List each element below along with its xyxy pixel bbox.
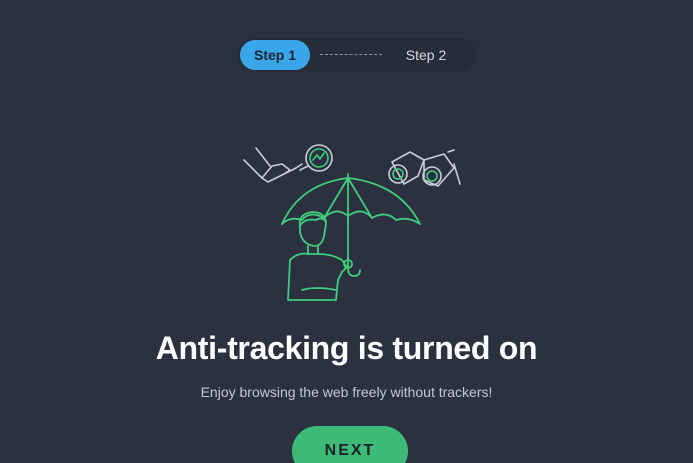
onboarding-page: Step 1 Step 2 Anti-tracking is turned on… <box>0 0 693 463</box>
magnifier-icon <box>243 144 333 183</box>
step-indicator: Step 1 Step 2 <box>238 38 476 72</box>
person-illustration <box>287 211 353 301</box>
step-2-label[interactable]: Step 2 <box>396 40 456 70</box>
step-connector <box>320 54 382 55</box>
anti-tracking-illustration <box>243 144 461 301</box>
step-1-pill[interactable]: Step 1 <box>240 40 310 70</box>
binoculars-icon <box>388 149 461 187</box>
page-title: Anti-tracking is turned on <box>155 330 538 366</box>
next-button[interactable]: NEXT <box>292 426 408 463</box>
page-subtitle: Enjoy browsing the web freely without tr… <box>200 384 493 400</box>
